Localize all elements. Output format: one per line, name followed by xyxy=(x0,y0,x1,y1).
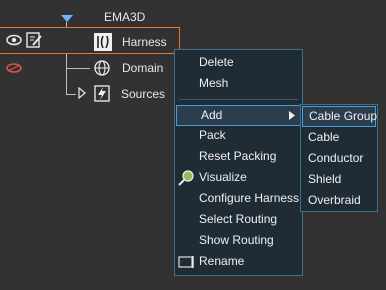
menu-item-visualize[interactable]: Visualize xyxy=(175,167,302,188)
menu-item-pack[interactable]: Pack xyxy=(175,125,302,146)
globe-icon xyxy=(94,60,110,79)
tree-root-label: EMA3D xyxy=(104,10,146,24)
tree-item-label: Domain xyxy=(122,61,164,75)
menu-item-select-routing[interactable]: Select Routing xyxy=(175,209,302,230)
context-menu: Delete Mesh Add Pack Reset Packing Visua… xyxy=(174,49,303,276)
triangle-down-icon xyxy=(61,15,73,22)
submenu-item-cable-group[interactable]: Cable Group xyxy=(302,106,377,127)
tree-connector xyxy=(66,94,76,95)
submenu-item-shield[interactable]: Shield xyxy=(301,169,377,190)
menu-item-rename[interactable]: Rename xyxy=(175,251,302,272)
menu-item-show-routing[interactable]: Show Routing xyxy=(175,230,302,251)
menu-item-delete[interactable]: Delete xyxy=(175,52,302,73)
rename-icon xyxy=(178,256,194,268)
harness-icon xyxy=(94,33,112,54)
submenu-item-cable[interactable]: Cable xyxy=(301,127,377,148)
submenu-item-overbraid[interactable]: Overbraid xyxy=(301,190,377,211)
triangle-right-icon[interactable] xyxy=(78,86,86,102)
tree-item-label: Sources xyxy=(121,87,166,101)
edit-icon[interactable] xyxy=(26,32,42,51)
hidden-eye-icon[interactable] xyxy=(6,62,22,77)
submenu-item-conductor[interactable]: Conductor xyxy=(301,148,377,169)
tree-item-label: Harness xyxy=(122,35,167,49)
add-submenu: Cable Group Cable Conductor Shield Overb… xyxy=(300,104,378,212)
menu-item-reset-packing[interactable]: Reset Packing xyxy=(175,146,302,167)
menu-item-label: Visualize xyxy=(199,170,247,184)
eye-icon[interactable] xyxy=(6,34,22,49)
lightning-icon xyxy=(94,85,110,105)
menu-separator xyxy=(179,99,298,100)
menu-item-configure-harness[interactable]: Configure Harness xyxy=(175,188,302,209)
menu-item-label: Add xyxy=(201,108,223,122)
magnifier-icon xyxy=(178,170,194,186)
menu-item-mesh[interactable]: Mesh xyxy=(175,73,302,94)
chevron-right-icon xyxy=(289,111,295,120)
tree-root-toggle[interactable] xyxy=(61,12,73,26)
menu-item-label: Rename xyxy=(199,254,245,268)
tree-connector xyxy=(66,68,90,69)
menu-item-add[interactable]: Add xyxy=(176,105,301,126)
